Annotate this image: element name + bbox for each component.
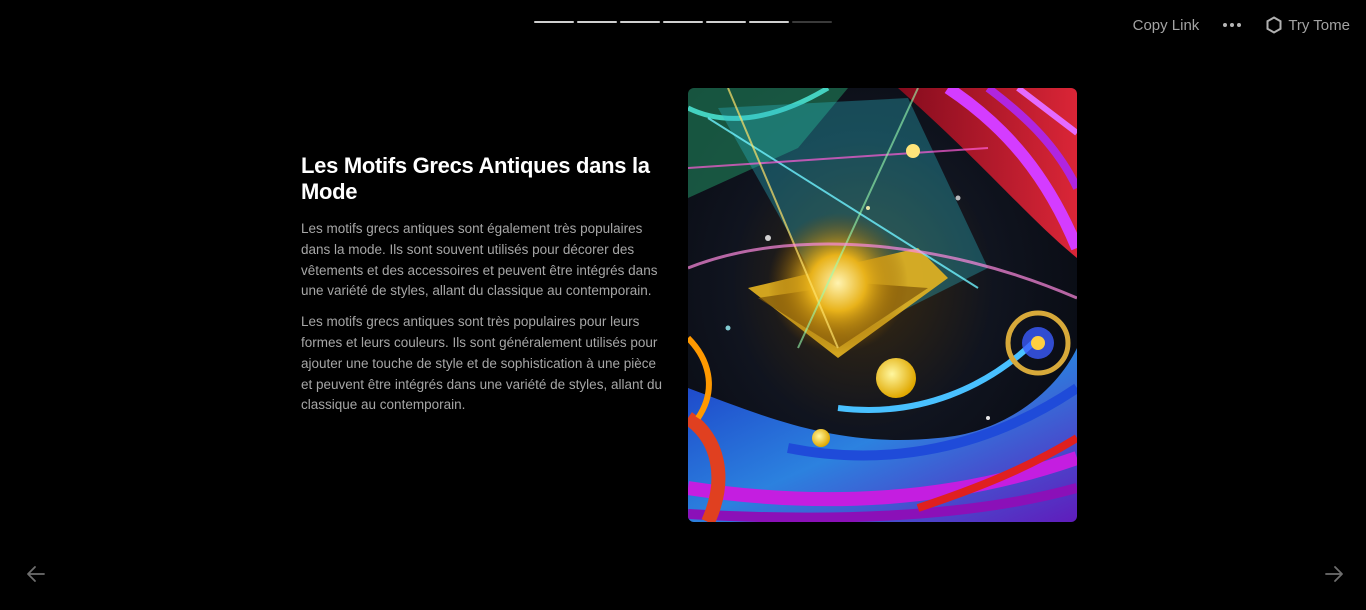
- slide-title: Les Motifs Grecs Antiques dans la Mode: [301, 153, 650, 204]
- copy-link-button[interactable]: Copy Link: [1133, 17, 1200, 34]
- progress-segment[interactable]: [749, 21, 789, 23]
- slide-progress-bar: [534, 21, 832, 23]
- progress-segment[interactable]: [577, 21, 617, 23]
- abstract-artwork: [688, 88, 1077, 522]
- slide-paragraph: Les motifs grecs antiques sont également…: [301, 221, 658, 299]
- slide-artwork-image: [688, 88, 1077, 522]
- try-tome-label: Try Tome: [1288, 16, 1350, 34]
- more-options-button[interactable]: [1223, 15, 1242, 35]
- progress-segment[interactable]: [706, 21, 746, 23]
- slide-paragraph: Les motifs grecs antiques sont très popu…: [301, 314, 662, 413]
- more-dot: [1237, 23, 1242, 27]
- progress-segment[interactable]: [534, 21, 574, 23]
- more-horizontal-icon: [1223, 23, 1228, 27]
- arrow-right-icon[interactable]: [1322, 562, 1346, 586]
- slide-viewer: Copy Link Try Tome Les Motifs Grecs Anti…: [0, 0, 1366, 610]
- more-dot: [1230, 23, 1235, 27]
- slide-text-block: Les Motifs Grecs Antiques dans la Mode L…: [301, 153, 667, 426]
- try-tome-button[interactable]: Try Tome: [1265, 16, 1350, 34]
- topbar-actions: Copy Link Try Tome: [1133, 13, 1350, 37]
- progress-segment[interactable]: [663, 21, 703, 23]
- tome-logo-icon: [1266, 16, 1282, 34]
- progress-segment[interactable]: [620, 21, 660, 23]
- progress-segment[interactable]: [792, 21, 832, 23]
- arrow-left-icon[interactable]: [24, 562, 48, 586]
